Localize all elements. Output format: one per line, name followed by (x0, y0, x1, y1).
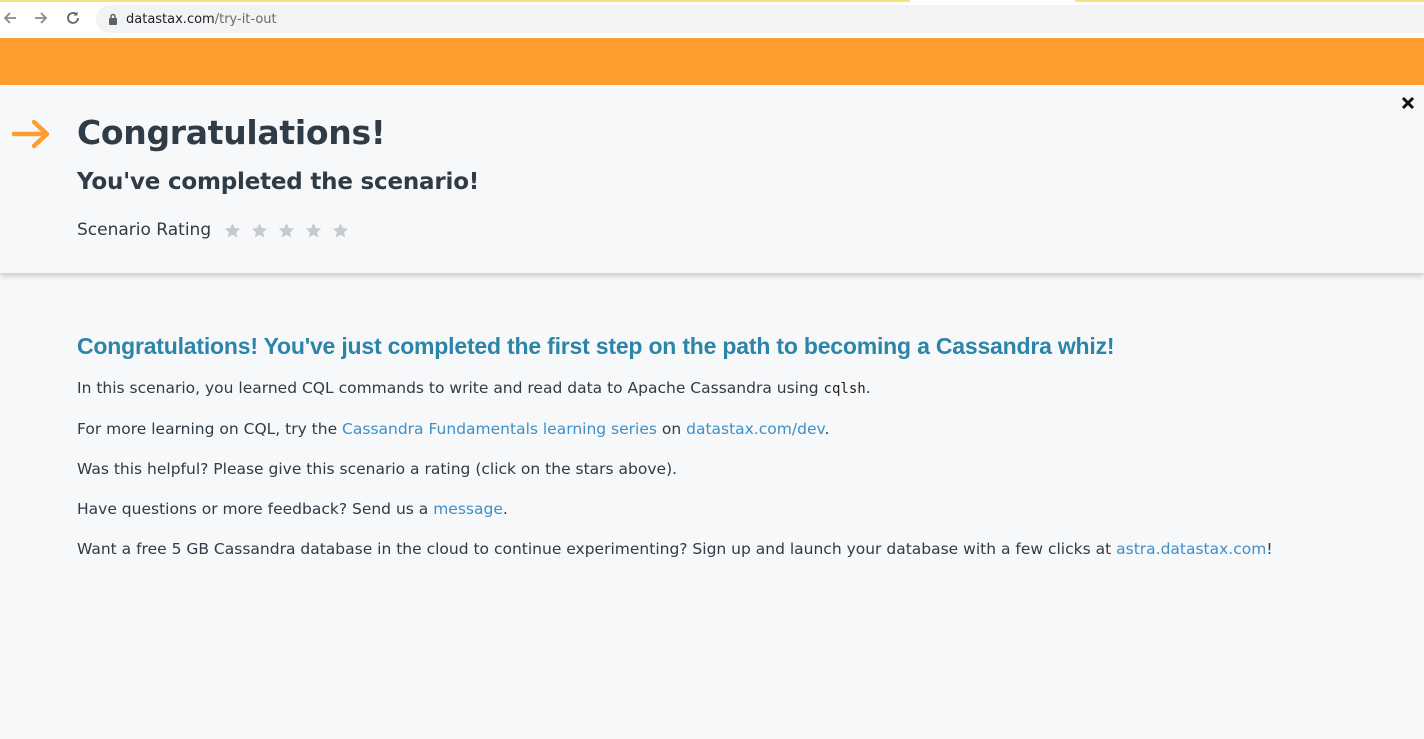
summary-paragraph-feedback: Have questions or more feedback? Send us… (77, 499, 1407, 519)
star-icon (305, 222, 322, 238)
summary-heading: Congratulations! You've just completed t… (77, 333, 1115, 359)
summary-paragraph-rating: Was this helpful? Please give this scena… (77, 459, 1407, 479)
scenario-summary: Congratulations! You've just completed t… (77, 333, 1407, 579)
arrow-right-icon (12, 119, 50, 149)
completion-panel: Congratulations! You've completed the sc… (0, 85, 1424, 273)
back-button[interactable] (0, 8, 20, 28)
url-host: datastax.com (126, 11, 215, 27)
arrow-right-icon (35, 12, 48, 24)
header-band (0, 38, 1424, 85)
star-icon (332, 222, 349, 238)
star-3-button[interactable] (273, 219, 300, 241)
url-path: /try-it-out (214, 11, 277, 27)
panel-subtitle: You've completed the scenario! (77, 169, 480, 195)
paragraph-text: Was this helpful? Please give this scena… (77, 460, 678, 478)
paragraph-text: For more learning on CQL, try the (77, 420, 343, 438)
paragraph-text: . (824, 420, 830, 438)
paragraph-text: Have questions or more feedback? Send us… (77, 500, 434, 518)
page-load-indicator (0, 0, 1424, 2)
star-icon (224, 222, 241, 238)
paragraph-text: . (502, 500, 508, 518)
paragraph-text: ! (1266, 540, 1273, 558)
close-button[interactable] (1400, 95, 1416, 111)
astra-link[interactable]: astra.datastax.com (1116, 540, 1266, 558)
star-2-button[interactable] (246, 219, 273, 241)
scenario-rating: Scenario Rating (77, 219, 354, 241)
reload-icon (67, 11, 79, 24)
star-icon (251, 222, 268, 238)
cqlsh-code: cqlsh (823, 381, 866, 397)
forward-button[interactable] (31, 8, 51, 28)
arrow-left-icon (3, 12, 16, 24)
summary-paragraph-astra: Want a free 5 GB Cassandra database in t… (77, 539, 1407, 559)
summary-paragraph-cql: In this scenario, you learned CQL comman… (77, 378, 1407, 399)
rating-label: Scenario Rating (77, 220, 212, 240)
fundamentals-series-link[interactable]: Cassandra Fundamentals learning series (342, 420, 657, 438)
message-link[interactable]: message (433, 500, 503, 518)
address-bar[interactable]: datastax.com/try-it-out (96, 5, 1424, 33)
star-4-button[interactable] (300, 219, 327, 241)
paragraph-text: In this scenario, you learned CQL comman… (77, 379, 824, 397)
paragraph-text: Want a free 5 GB Cassandra database in t… (77, 540, 1117, 558)
star-icon (278, 222, 295, 238)
summary-paragraph-learning: For more learning on CQL, try the Cassan… (77, 419, 1407, 439)
reload-button[interactable] (63, 8, 83, 28)
close-icon (1401, 96, 1415, 110)
paragraph-text: on (656, 420, 687, 438)
star-5-button[interactable] (327, 219, 354, 241)
star-1-button[interactable] (219, 219, 246, 241)
paragraph-text: . (865, 379, 871, 397)
browser-toolbar: datastax.com/try-it-out (0, 0, 1424, 38)
datastax-dev-link[interactable]: datastax.com/dev (686, 420, 824, 438)
lock-icon (108, 13, 118, 25)
panel-title: Congratulations! (77, 113, 386, 152)
